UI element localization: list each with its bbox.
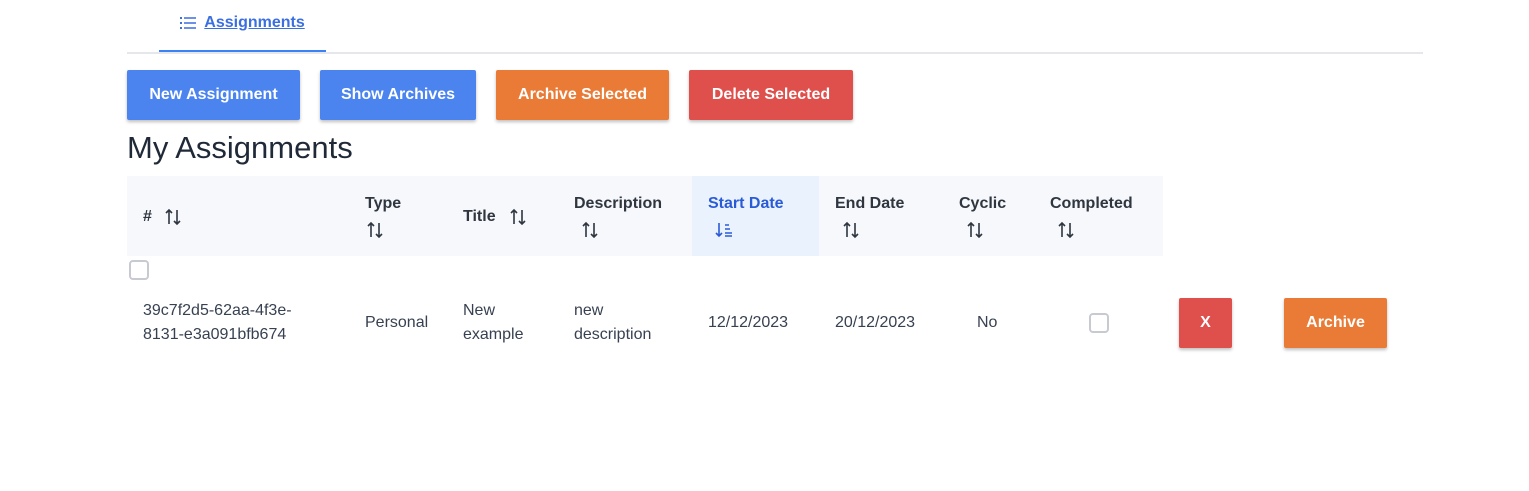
header-type-label: Type: [365, 195, 402, 212]
header-completed[interactable]: Completed: [1034, 176, 1163, 256]
list-icon: [180, 17, 197, 29]
header-id-label: #: [143, 208, 152, 225]
sort-icon[interactable]: [509, 208, 527, 226]
cell-cyclic: No: [977, 314, 998, 331]
header-description-label: Description: [574, 195, 663, 212]
sort-icon[interactable]: [581, 221, 599, 239]
cell-title: New example: [463, 299, 523, 347]
cell-title-line: example: [463, 326, 524, 343]
header-completed-label: Completed: [1050, 195, 1133, 212]
app-root: Assignments New Assignment Show Archives…: [0, 0, 1529, 491]
archive-row-button[interactable]: Archive: [1284, 298, 1387, 348]
header-end-date-label: End Date: [835, 195, 905, 212]
header-title[interactable]: Title: [447, 176, 558, 256]
tab-assignments[interactable]: Assignments: [159, 0, 326, 52]
show-archives-button[interactable]: Show Archives: [320, 70, 476, 120]
sort-icon[interactable]: [164, 208, 182, 226]
sort-icon[interactable]: [366, 221, 384, 239]
header-start-date-label: Start Date: [708, 195, 784, 212]
header-cyclic[interactable]: Cyclic: [943, 176, 1034, 256]
page-title: My Assignments: [127, 130, 353, 165]
completed-checkbox[interactable]: [1089, 313, 1109, 333]
sort-icon[interactable]: [842, 221, 860, 239]
cell-id-line: 8131-e3a091bfb674: [143, 326, 287, 343]
cell-end-date: 20/12/2023: [835, 314, 916, 331]
cell-type: Personal: [365, 314, 429, 331]
select-all-checkbox[interactable]: [129, 260, 149, 280]
sort-icon[interactable]: [1057, 221, 1075, 239]
cell-title-line: New: [463, 302, 496, 319]
header-start-date[interactable]: Start Date: [692, 176, 819, 256]
header-title-label: Title: [463, 208, 496, 225]
header-id[interactable]: #: [127, 176, 349, 256]
sort-icon[interactable]: [966, 221, 984, 239]
cell-start-date: 12/12/2023: [708, 314, 789, 331]
header-cyclic-label: Cyclic: [959, 195, 1007, 212]
header-description[interactable]: Description: [558, 176, 692, 256]
table-header: # Type Title Description Start Date End …: [127, 176, 1163, 256]
cell-description-line: description: [574, 326, 652, 343]
tab-bar: Assignments: [127, 0, 1423, 54]
archive-selected-button[interactable]: Archive Selected: [496, 70, 669, 120]
delete-row-button[interactable]: X: [1179, 298, 1232, 348]
cell-description-line: new: [574, 302, 604, 319]
header-type[interactable]: Type: [349, 176, 447, 256]
sort-ascending-icon[interactable]: [715, 221, 733, 239]
tab-assignments-label[interactable]: Assignments: [204, 14, 304, 32]
delete-selected-button[interactable]: Delete Selected: [689, 70, 853, 120]
cell-id: 39c7f2d5-62aa-4f3e- 8131-e3a091bfb674: [143, 299, 292, 347]
cell-id-line: 39c7f2d5-62aa-4f3e-: [143, 302, 292, 319]
cell-description: new description: [574, 299, 651, 347]
new-assignment-button[interactable]: New Assignment: [127, 70, 300, 120]
header-end-date[interactable]: End Date: [819, 176, 943, 256]
